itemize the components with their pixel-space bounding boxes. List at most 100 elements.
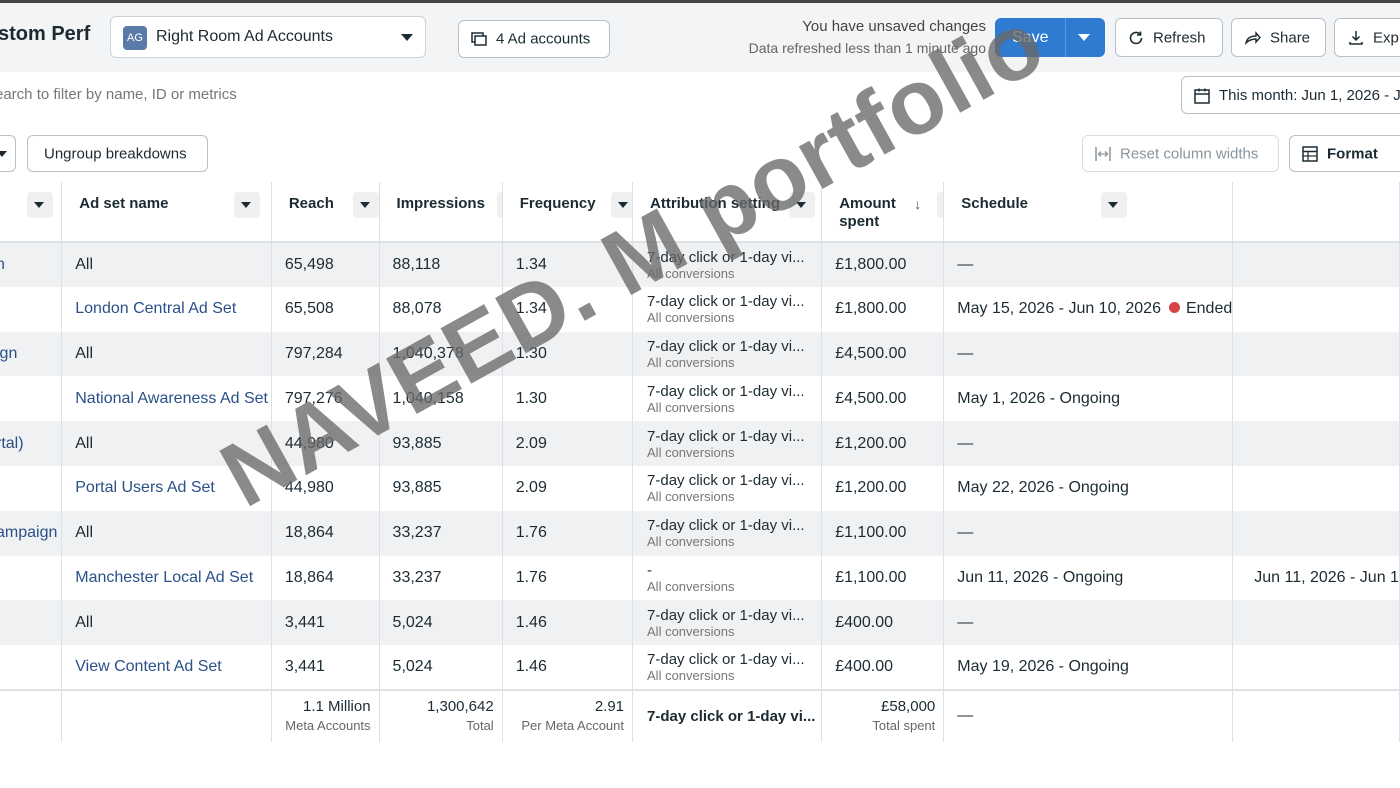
ad-set-name-cell[interactable]: All: [61, 331, 272, 377]
share-button[interactable]: Share: [1231, 18, 1326, 57]
column-header-amount-spent[interactable]: Amount spent ↓: [821, 182, 945, 243]
table-row[interactable]: National Awareness Ad Set 797,276 1,040,…: [0, 376, 1400, 422]
ad-set-name-cell[interactable]: All: [61, 242, 272, 287]
campaign-name[interactable]: ign: [0, 345, 61, 363]
reset-column-widths-button[interactable]: Reset column widths: [1082, 135, 1279, 172]
schedule-cell: —: [943, 242, 1234, 287]
attribution-subtext: All conversions: [647, 310, 735, 326]
totals-cell: [0, 688, 63, 742]
ad-set-name-cell[interactable]: London Central Ad Set: [61, 286, 272, 332]
frequency-cell: 2.09: [502, 465, 634, 511]
ad-set-name[interactable]: View Content Ad Set: [62, 658, 270, 676]
attribution-subtext: All conversions: [647, 265, 735, 281]
table-row[interactable]: All 3,441 5,024 1.46 7-day click or 1-da…: [0, 600, 1400, 646]
totals-frequency: 2.91 Per Meta Account: [502, 688, 634, 742]
ad-set-name-cell[interactable]: All: [61, 421, 272, 466]
table-row[interactable]: London Central Ad Set 65,508 88,078 1.34…: [0, 286, 1400, 332]
schedule-text: —: [957, 524, 974, 542]
date-range-label: This month: Jun 1, 2026 - J: [1219, 87, 1400, 104]
table-row[interactable]: Portal Users Ad Set 44,980 93,885 2.09 7…: [0, 465, 1400, 511]
campaign-cell[interactable]: [0, 645, 63, 690]
amount-spent-cell: £400.00: [821, 600, 945, 646]
column-menu-icon[interactable]: [27, 192, 53, 218]
totals-impressions-value: 1,300,642: [426, 698, 494, 716]
table-row[interactable]: Manchester Local Ad Set 18,864 33,237 1.…: [0, 555, 1400, 601]
ungroup-breakdowns-button[interactable]: Ungroup breakdowns: [27, 135, 208, 172]
column-header-frequency[interactable]: Frequency: [502, 182, 634, 243]
totals-amount-caption: Total spent: [872, 718, 936, 734]
ad-set-name[interactable]: London Central Ad Set: [62, 300, 270, 318]
ad-set-name: All: [75, 344, 94, 362]
impressions-value: 33,237: [392, 524, 442, 542]
export-button[interactable]: Exp: [1334, 18, 1400, 57]
column-header-label: Schedule: [961, 195, 1028, 212]
attribution-cell: 7-day click or 1-day vi... All conversio…: [632, 376, 823, 422]
column-menu-icon[interactable]: [937, 192, 943, 218]
column-menu-icon[interactable]: [610, 192, 632, 218]
table-row[interactable]: rtal) All 44,980 93,885 2.09 7-day click…: [0, 421, 1400, 466]
column-header-ad-set-name[interactable]: Ad set name: [61, 182, 272, 243]
ad-set-name-cell[interactable]: All: [61, 510, 272, 556]
ad-set-name[interactable]: Manchester Local Ad Set: [62, 569, 270, 587]
campaign-cell[interactable]: rtal): [0, 421, 63, 466]
ad-accounts-button[interactable]: 4 Ad accounts: [458, 20, 610, 58]
table-row[interactable]: n All 65,498 88,118 1.34 7-day click or …: [0, 242, 1400, 287]
column-header-schedule[interactable]: Schedule: [943, 182, 1234, 243]
campaign-name[interactable]: n: [0, 256, 61, 274]
attribution-cell: 7-day click or 1-day vi... All conversio…: [632, 242, 823, 287]
table-row[interactable]: View Content Ad Set 3,441 5,024 1.46 7-d…: [0, 645, 1400, 690]
totals-amount-value: £58,000: [881, 698, 936, 716]
sort-descending-icon: ↓: [914, 196, 922, 212]
reach-value: 797,284: [284, 344, 343, 362]
breakdown-dropdown[interactable]: [0, 135, 16, 172]
column-header-attribution-setting[interactable]: Attribution setting: [632, 182, 823, 243]
ad-set-name[interactable]: Portal Users Ad Set: [62, 479, 270, 497]
column-menu-icon[interactable]: [789, 192, 816, 218]
campaign-cell[interactable]: [0, 376, 63, 422]
attribution-subtext: All conversions: [647, 578, 735, 594]
reach-cell: 18,864: [271, 555, 380, 601]
ad-set-name-cell[interactable]: Manchester Local Ad Set: [61, 555, 272, 601]
reach-value: 3,441: [284, 658, 325, 676]
ad-account-selector[interactable]: AG Right Room Ad Accounts: [110, 16, 426, 58]
table-row[interactable]: ign All 797,284 1,040,378 1.30 7-day cli…: [0, 331, 1400, 377]
frequency-cell: 1.76: [502, 555, 634, 601]
campaign-name[interactable]: rtal): [0, 435, 61, 453]
campaign-cell[interactable]: [0, 555, 63, 601]
schedule-text: —: [957, 434, 974, 452]
campaign-cell[interactable]: n: [0, 242, 63, 287]
column-menu-icon[interactable]: [1101, 192, 1128, 218]
ad-set-name-cell[interactable]: Portal Users Ad Set: [61, 465, 272, 511]
refresh-button[interactable]: Refresh: [1115, 18, 1223, 57]
totals-schedule: —: [943, 688, 1234, 742]
ad-set-name[interactable]: National Awareness Ad Set: [62, 390, 270, 408]
search-bar[interactable]: earch to filter by name, ID or metrics T…: [0, 72, 1400, 119]
column-header-reach[interactable]: Reach: [271, 182, 380, 243]
table-row[interactable]: ampaign All 18,864 33,237 1.76 7-day cli…: [0, 510, 1400, 556]
column-header-campaign[interactable]: [0, 182, 63, 243]
ad-set-name-cell[interactable]: All: [61, 600, 272, 646]
column-menu-icon[interactable]: [352, 192, 379, 218]
campaign-cell[interactable]: ign: [0, 331, 63, 377]
extra-value: Jun 11, 2026 - Jun 1: [1254, 568, 1399, 586]
column-menu-icon[interactable]: [234, 192, 261, 218]
campaign-cell[interactable]: [0, 465, 63, 511]
campaign-cell[interactable]: [0, 600, 63, 646]
campaign-cell[interactable]: ampaign: [0, 510, 63, 556]
frequency-value: 1.30: [515, 344, 547, 362]
reach-value: 44,980: [284, 479, 334, 497]
chevron-down-icon: [401, 34, 413, 41]
ad-set-name-cell[interactable]: View Content Ad Set: [61, 645, 272, 690]
format-button[interactable]: Format: [1289, 135, 1400, 172]
ad-set-name-cell[interactable]: National Awareness Ad Set: [61, 376, 272, 422]
search-input[interactable]: earch to filter by name, ID or metrics: [0, 86, 237, 103]
save-button[interactable]: Save: [995, 18, 1105, 57]
column-header-impressions[interactable]: Impressions: [379, 182, 503, 243]
save-menu-chevron-icon[interactable]: [1078, 34, 1090, 41]
campaign-name[interactable]: ampaign: [0, 524, 61, 542]
date-range-picker[interactable]: This month: Jun 1, 2026 - J: [1181, 76, 1400, 114]
campaign-cell[interactable]: [0, 286, 63, 332]
schedule-text: —: [957, 344, 974, 362]
amount-spent-cell: £1,100.00: [821, 510, 945, 556]
page-footer: [0, 742, 1400, 788]
